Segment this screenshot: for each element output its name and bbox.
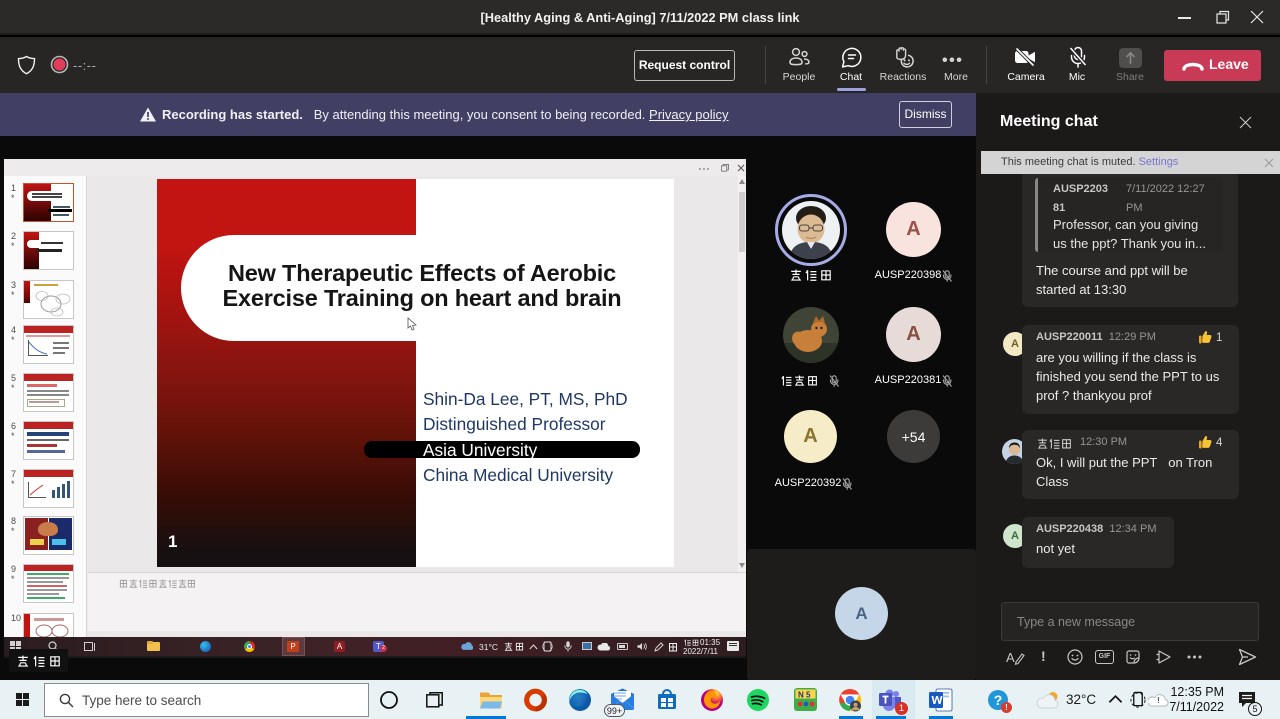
svg-text:A: A: [1006, 650, 1015, 665]
svg-text:N 5: N 5: [798, 691, 811, 700]
